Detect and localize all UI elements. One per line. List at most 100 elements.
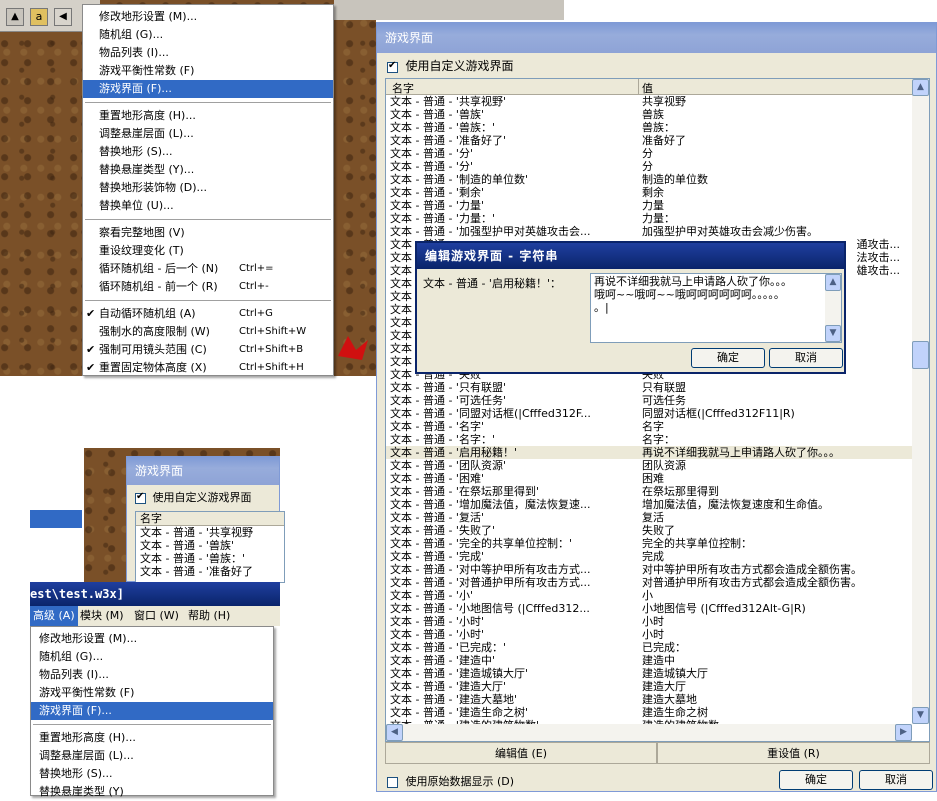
menu-item[interactable]: 替换地形装饰物 (D)... xyxy=(83,179,333,197)
table-row[interactable]: 文本 - 普通 - '同盟对话框(|Cfffed312F... 同盟对话框(|Cf… xyxy=(386,407,912,420)
menu-item[interactable]: ✔ 强制可用镜头范围 (C) Ctrl+Shift+B xyxy=(83,341,333,359)
table-row[interactable]: 文本 - 普通 - '启用秘籍！' 再说不详细我就马上申请路人砍了你。。。 xyxy=(386,446,912,459)
table-row[interactable]: 文本 - 普通 - '对普通护甲所有攻击方式... 对普通护甲所有攻击方式都会造成… xyxy=(386,576,912,589)
menu-item[interactable]: 替换地形 (S)... xyxy=(83,143,333,161)
menu-item[interactable]: 重置地形高度 (H)... xyxy=(83,107,333,125)
textarea-scrollbar[interactable]: ▲ ▼ xyxy=(825,274,841,342)
table-row[interactable]: 文本 - 普通 - '分' 分 xyxy=(386,160,912,173)
custom-interface-checkbox-row[interactable]: 使用自定义游戏界面 xyxy=(387,57,514,74)
small-list-row[interactable]: 文本 - 普通 - '共享视野 xyxy=(136,526,284,539)
scroll-down-button[interactable]: ▼ xyxy=(912,707,929,724)
table-row[interactable]: 文本 - 普通 - '完全的共享单位控制：' 完全的共享单位控制： xyxy=(386,537,912,550)
small-list[interactable]: 名字 文本 - 普通 - '共享视野 文本 - 普通 - '兽族' 文本 - 普通 … xyxy=(135,511,285,583)
table-row[interactable]: 文本 - 普通 - '剩余' 剩余 xyxy=(386,186,912,199)
small-list-row[interactable]: 文本 - 普通 - '兽族' xyxy=(136,539,284,552)
table-row[interactable]: 文本 - 普通 - '已完成：' 已完成： xyxy=(386,641,912,654)
menu-item[interactable]: 修改地形设置 (M)... xyxy=(83,8,333,26)
table-row[interactable]: 文本 - 普通 - '小地图信号 (|Cfffed312... 小地图信号 (|C… xyxy=(386,602,912,615)
table-row[interactable]: 文本 - 普通 - '建造中' 建造中 xyxy=(386,654,912,667)
ok-button[interactable]: 确定 xyxy=(779,770,853,790)
toolbar-at-icon[interactable]: a xyxy=(30,8,48,26)
edit-value-button[interactable]: 编辑值 (E) xyxy=(385,742,657,764)
column-header-value[interactable]: 值 xyxy=(642,80,653,96)
table-row[interactable]: 文本 - 普通 - '小时' 小时 xyxy=(386,615,912,628)
scroll-right-button[interactable]: ▶ xyxy=(895,724,912,741)
table-row[interactable]: 文本 - 普通 - '兽族' 兽族 xyxy=(386,108,912,121)
raw-data-checkbox[interactable] xyxy=(387,776,398,788)
reset-value-button[interactable]: 重设值 (R) xyxy=(657,742,930,764)
menu-item[interactable]: 循环随机组 - 前一个 (R) Ctrl+- xyxy=(83,278,333,296)
table-row[interactable]: 文本 - 普通 - '建造城镇大厅' 建造城镇大厅 xyxy=(386,667,912,680)
menu-item[interactable]: 替换单位 (U)... xyxy=(83,197,333,215)
table-row[interactable]: 文本 - 普通 - '团队资源' 团队资源 xyxy=(386,459,912,472)
textarea-scroll-down[interactable]: ▼ xyxy=(825,325,841,342)
custom-interface-checkbox[interactable] xyxy=(387,60,398,73)
toolbar-sound-icon[interactable]: ◀ xyxy=(54,8,72,26)
table-row[interactable]: 文本 - 普通 - '名字' 名字 xyxy=(386,420,912,433)
table-row[interactable]: 文本 - 普通 - '在祭坛那里得到' 在祭坛那里得到 xyxy=(386,485,912,498)
menu-item[interactable]: 游戏平衡性常数 (F) xyxy=(83,62,333,80)
menu-advanced[interactable]: 高级 (A) xyxy=(30,606,78,626)
scroll-up-button[interactable]: ▲ xyxy=(912,79,929,96)
small-custom-checkbox[interactable] xyxy=(135,491,146,504)
menu-item[interactable]: 替换悬崖类型 (Y)... xyxy=(83,161,333,179)
textarea-scroll-up[interactable]: ▲ xyxy=(825,274,841,291)
table-row[interactable]: 文本 - 普通 - '力量' 力量 xyxy=(386,199,912,212)
menu-item[interactable]: 修改地形设置 (M)... xyxy=(31,630,273,648)
vertical-scrollbar[interactable]: ▲ ▼ xyxy=(912,79,929,724)
menu-item[interactable]: 调整悬崖层面 (L)... xyxy=(31,747,273,765)
horizontal-scrollbar[interactable]: ◀ ▶ xyxy=(386,724,912,741)
table-row[interactable]: 文本 - 普通 - '共享视野' 共享视野 xyxy=(386,95,912,108)
raw-data-checkbox-row[interactable]: 使用原始数据显示 (D) xyxy=(387,773,514,789)
menu-item[interactable]: 强制水的高度限制 (W) Ctrl+Shift+W xyxy=(83,323,333,341)
table-row[interactable]: 文本 - 普通 - '失败了' 失败了 xyxy=(386,524,912,537)
table-row[interactable]: 文本 - 普通 - '复活' 复活 xyxy=(386,511,912,524)
menu-item[interactable]: 物品列表 (I)... xyxy=(83,44,333,62)
table-row[interactable]: 文本 - 普通 - '完成' 完成 xyxy=(386,550,912,563)
table-row[interactable]: 文本 - 普通 - '准备好了' 准备好了 xyxy=(386,134,912,147)
table-row[interactable]: 文本 - 普通 - '分' 分 xyxy=(386,147,912,160)
menu-item[interactable]: 游戏平衡性常数 (F) xyxy=(31,684,273,702)
menu-help[interactable]: 帮助 (H) xyxy=(188,606,230,626)
menu-item[interactable]: 察看完整地图 (V) xyxy=(83,224,333,242)
table-row[interactable]: 文本 - 普通 - '力量：' 力量： xyxy=(386,212,912,225)
menu-item[interactable]: ✔ 重置固定物体高度 (X) Ctrl+Shift+H xyxy=(83,359,333,377)
table-row[interactable]: 文本 - 普通 - '建造大厅' 建造大厅 xyxy=(386,680,912,693)
menu-item[interactable]: 游戏界面 (F)... xyxy=(83,80,333,98)
table-row[interactable]: 文本 - 普通 - '小' 小 xyxy=(386,589,912,602)
table-row[interactable]: 文本 - 普通 - '建造大墓地' 建造大墓地 xyxy=(386,693,912,706)
menu-item[interactable]: ✔ 自动循环随机组 (A) Ctrl+G xyxy=(83,305,333,323)
menu-window[interactable]: 窗口 (W) xyxy=(134,606,179,626)
table-row[interactable]: 文本 - 普通 - '名字：' 名字： xyxy=(386,433,912,446)
menu-item[interactable]: 替换地形 (S)... xyxy=(31,765,273,783)
table-row[interactable]: 文本 - 普通 - '兽族：' 兽族： xyxy=(386,121,912,134)
edit-string-cancel-button[interactable]: 取消 xyxy=(769,348,843,368)
table-row[interactable]: 文本 - 普通 - '只有联盟' 只有联盟 xyxy=(386,381,912,394)
table-row[interactable]: 文本 - 普通 - '加强型护甲对英雄攻击会... 加强型护甲对英雄攻击会减少伤害… xyxy=(386,225,912,238)
menu-item[interactable]: 替换悬崖类型 (Y) xyxy=(31,783,273,801)
table-row[interactable]: 文本 - 普通 - '困难' 困难 xyxy=(386,472,912,485)
interface-strings-list[interactable]: 名字 值 文本 - 普通 - '共享视野' 共享视野 文本 - 普通 - '兽族' 兽… xyxy=(385,78,930,742)
menu-item[interactable]: 循环随机组 - 后一个 (N) Ctrl+= xyxy=(83,260,333,278)
small-list-row[interactable]: 文本 - 普通 - '准备好了 xyxy=(136,565,284,578)
table-row[interactable]: 文本 - 普通 - '制造的单位数' 制造的单位数 xyxy=(386,173,912,186)
table-row[interactable]: 文本 - 普通 - '小时' 小时 xyxy=(386,628,912,641)
scroll-thumb[interactable] xyxy=(912,341,929,369)
scroll-left-button[interactable]: ◀ xyxy=(386,724,403,741)
menu-item[interactable]: 随机组 (G)... xyxy=(31,648,273,666)
edit-string-textarea[interactable]: 再说不详细我就马上申请路人砍了你。。。 哦呵~~哦呵~~哦呵呵呵呵呵呵。。。。。。… xyxy=(590,273,842,343)
small-list-row[interactable]: 文本 - 普通 - '兽族：' xyxy=(136,552,284,565)
table-row[interactable]: 文本 - 普通 - '可选任务' 可选任务 xyxy=(386,394,912,407)
toolbar-eject-icon[interactable]: ▲ xyxy=(6,8,24,26)
table-row[interactable]: 文本 - 普通 - '建造生命之树' 建造生命之树 xyxy=(386,706,912,719)
edit-string-ok-button[interactable]: 确定 xyxy=(691,348,765,368)
table-row[interactable]: 文本 - 普通 - '增加魔法值，魔法恢复速... 增加魔法值，魔法恢复速度和生命… xyxy=(386,498,912,511)
cancel-button[interactable]: 取消 xyxy=(859,770,933,790)
small-custom-checkbox-row[interactable]: 使用自定义游戏界面 xyxy=(135,489,252,505)
menu-item[interactable]: 重设纹理变化 (T) xyxy=(83,242,333,260)
menu-item[interactable]: 物品列表 (I)... xyxy=(31,666,273,684)
column-header-name[interactable]: 名字 xyxy=(392,80,414,96)
menu-item[interactable]: 随机组 (G)... xyxy=(83,26,333,44)
menu-item[interactable]: 游戏界面 (F)... xyxy=(31,702,273,720)
menu-item[interactable]: 重置地形高度 (H)... xyxy=(31,729,273,747)
